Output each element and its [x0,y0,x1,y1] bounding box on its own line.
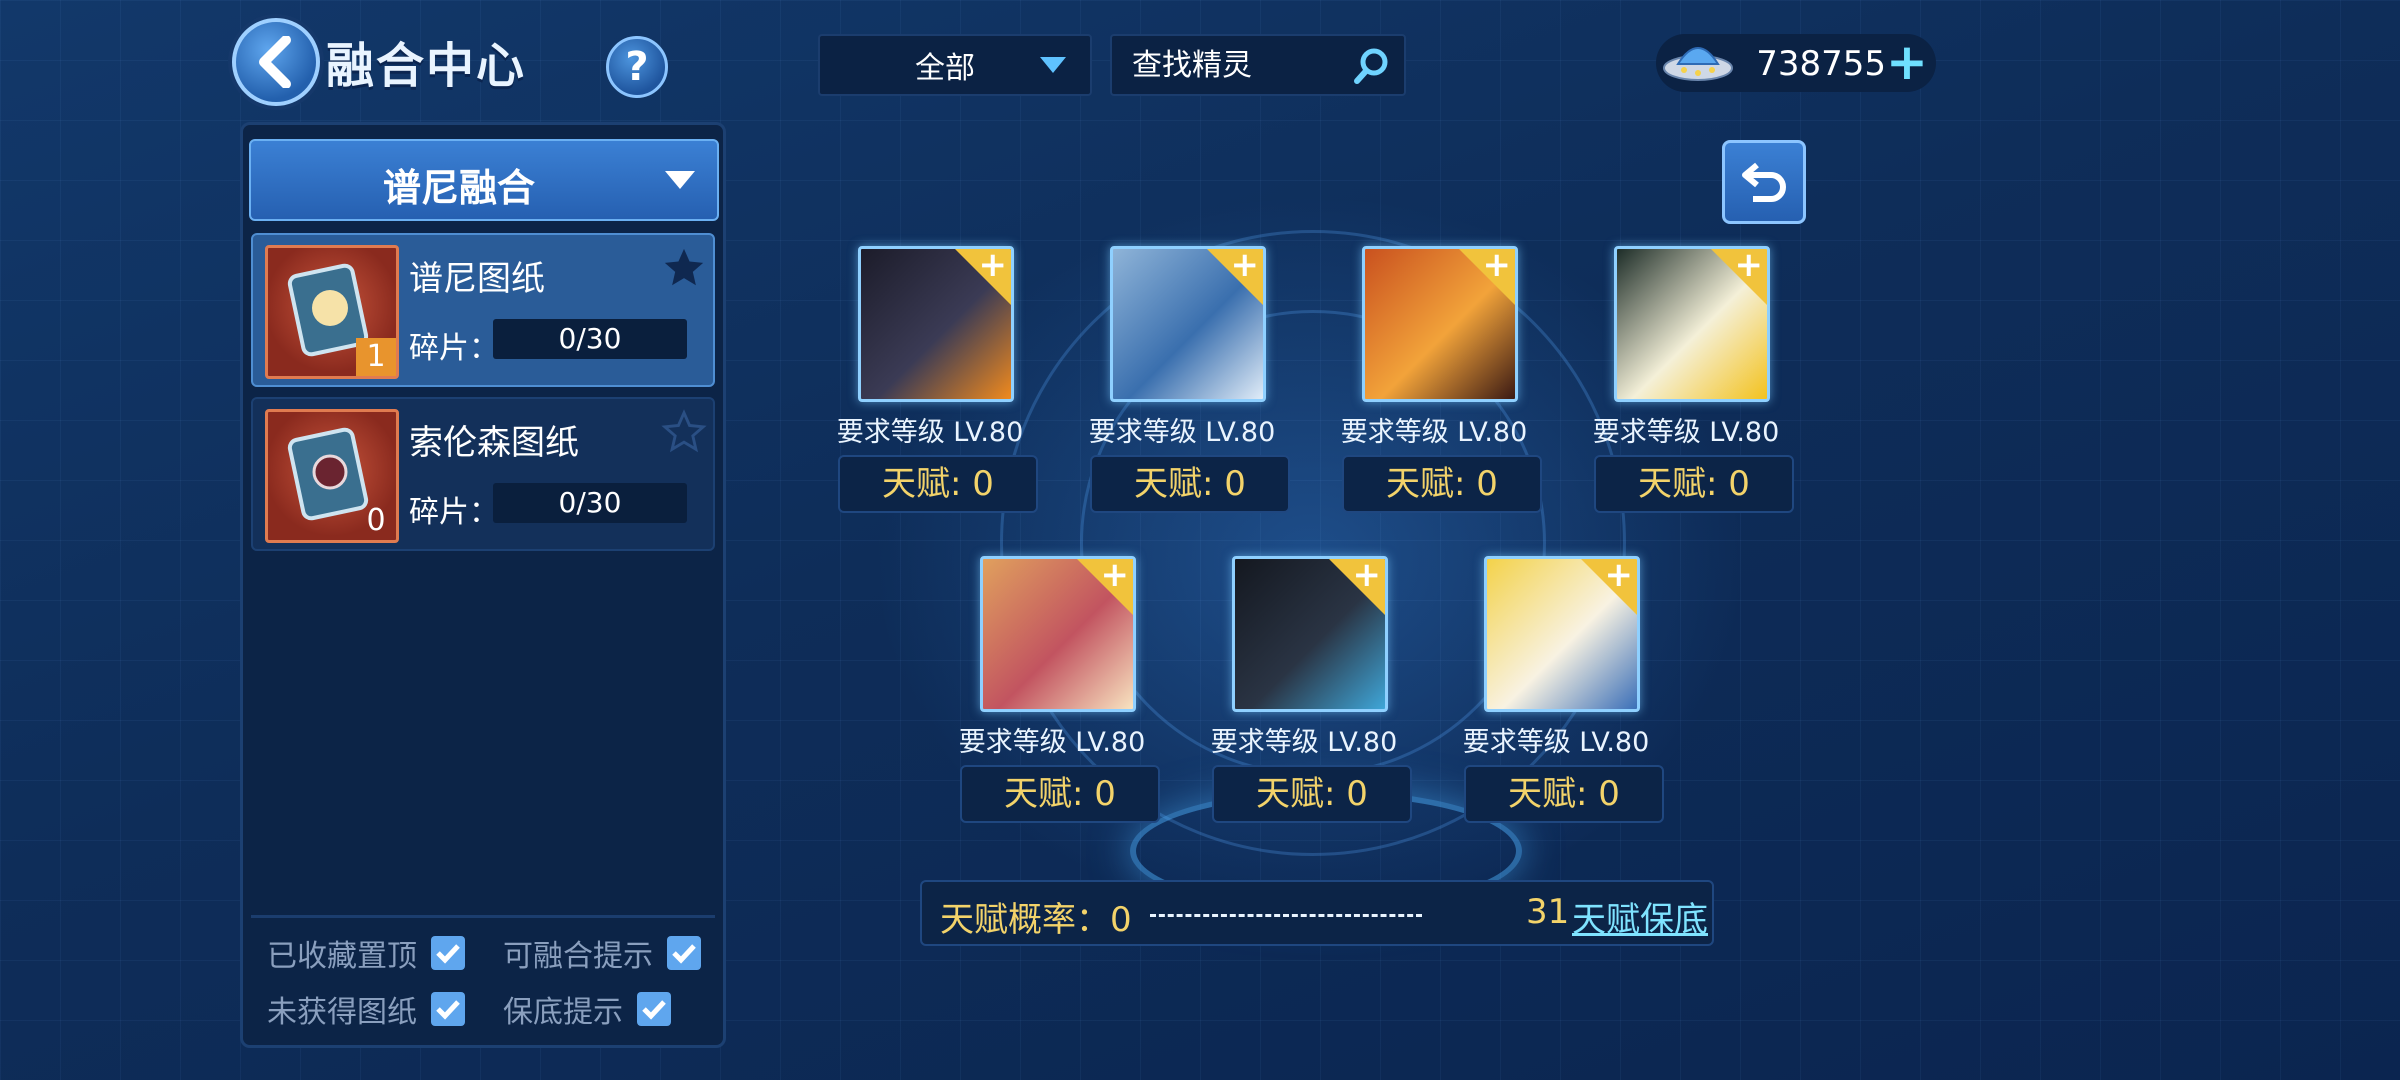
level-requirement: 要求等级 LV.80 [836,417,1024,448]
talent-value: 天赋: 0 [960,765,1160,823]
plus-icon: + [1352,556,1382,595]
search-box [1110,34,1406,96]
talent-progress-dashes [1150,914,1422,917]
blueprint-panel: 谱尼融合 1 谱尼图纸 碎片： 0/30 0 索伦森图纸 碎片： 0/30 已收… [240,122,726,1048]
talent-value: 天赋: 0 [838,455,1038,513]
fragments-progress: 0/30 [493,483,687,523]
option-favorites-top[interactable]: 已收藏置顶 [267,931,465,975]
check-icon [642,1000,666,1020]
panel-divider [251,915,715,918]
chevron-down-icon [665,171,695,189]
level-requirement: 要求等级 LV.80 [1340,417,1528,448]
talent-guarantee-link[interactable]: 天赋保底 [1572,892,1708,941]
checkbox-checked[interactable] [667,936,701,970]
star-outline-icon[interactable] [661,409,707,455]
option-label: 未获得图纸 [267,995,417,1030]
help-button[interactable]: ? [606,36,668,98]
undo-button[interactable] [1722,140,1806,224]
option-label: 保底提示 [503,995,623,1030]
talent-probability-bar: 天赋概率：0 31 天赋保底 [920,880,1714,946]
blueprint-card-puni[interactable]: 1 谱尼图纸 碎片： 0/30 [251,233,715,387]
fusion-slot[interactable]: + 要求等级 LV.80 天赋: 0 [1204,556,1412,823]
plus-icon: + [1230,246,1260,285]
checkbox-checked[interactable] [431,936,465,970]
back-button[interactable] [232,18,320,106]
spirit-portrait[interactable]: + [1614,246,1770,402]
fusion-slot[interactable]: + 要求等级 LV.80 天赋: 0 [830,246,1038,513]
fusion-slot[interactable]: + 要求等级 LV.80 天赋: 0 [1334,246,1542,513]
fusion-group-dropdown[interactable]: 谱尼融合 [249,139,719,221]
talent-value: 天赋: 0 [1342,455,1542,513]
fragments-progress: 0/30 [493,319,687,359]
search-input[interactable] [1130,44,1344,86]
fusion-group-label: 谱尼融合 [382,166,535,210]
fusion-slot[interactable]: + 要求等级 LV.80 天赋: 0 [952,556,1160,823]
talent-value: 天赋: 0 [1594,455,1794,513]
option-fusable-hint[interactable]: 可融合提示 [503,931,701,975]
filter-dropdown[interactable]: 全部 [818,34,1092,96]
blueprint-name: 谱尼图纸 [409,259,545,299]
talent-value: 天赋: 0 [1090,455,1290,513]
option-label: 已收藏置顶 [267,939,417,974]
option-unowned-blueprints[interactable]: 未获得图纸 [267,987,465,1031]
check-icon [672,944,696,964]
undo-arrow-icon [1742,162,1786,202]
spirit-portrait[interactable]: + [1232,556,1388,712]
plus-icon: + [1100,556,1130,595]
level-requirement: 要求等级 LV.80 [1462,727,1650,758]
fusion-slot[interactable]: + 要求等级 LV.80 天赋: 0 [1586,246,1794,513]
plus-icon: + [1604,556,1634,595]
currency-display: 738755 + [1656,34,1936,92]
talent-value: 天赋: 0 [1212,765,1412,823]
blueprint-card-sorenson[interactable]: 0 索伦森图纸 碎片： 0/30 [251,397,715,551]
fusion-slot[interactable]: + 要求等级 LV.80 天赋: 0 [1456,556,1664,823]
check-icon [436,944,460,964]
talent-probability-label: 天赋概率：0 [940,900,1132,940]
page-title: 融合中心 [326,38,527,94]
blueprint-thumbnail: 1 [265,245,399,379]
spirit-portrait[interactable]: + [858,246,1014,402]
checkbox-checked[interactable] [637,992,671,1026]
spirit-portrait[interactable]: + [1484,556,1640,712]
level-requirement: 要求等级 LV.80 [1592,417,1780,448]
search-icon[interactable] [1352,46,1392,86]
blueprint-count: 0 [366,503,386,538]
talent-guarantee-value: 31 [1526,892,1570,932]
plus-icon: + [1734,246,1764,285]
currency-amount: 738755 [1756,44,1886,84]
blueprint-thumbnail: 0 [265,409,399,543]
fragments-label: 碎片： [409,495,499,530]
spirit-portrait[interactable]: + [980,556,1136,712]
fusion-slot[interactable]: + 要求等级 LV.80 天赋: 0 [1082,246,1290,513]
talent-value: 天赋: 0 [1464,765,1664,823]
level-requirement: 要求等级 LV.80 [1210,727,1398,758]
plus-icon: + [1482,246,1512,285]
star-icon[interactable] [661,245,707,291]
spirit-portrait[interactable]: + [1110,246,1266,402]
check-icon [436,1000,460,1020]
add-currency-button[interactable]: + [1886,37,1928,87]
checkbox-checked[interactable] [431,992,465,1026]
chevron-left-icon [259,36,291,88]
fragments-label: 碎片： [409,331,499,366]
spirit-portrait[interactable]: + [1362,246,1518,402]
blueprint-name: 索伦森图纸 [409,423,579,463]
plus-icon: + [978,246,1008,285]
level-requirement: 要求等级 LV.80 [958,727,1146,758]
blueprint-count: 1 [356,338,396,376]
option-guarantee-hint[interactable]: 保底提示 [503,987,671,1031]
option-label: 可融合提示 [503,939,653,974]
chevron-down-icon [1040,57,1066,73]
ufo-currency-icon [1663,47,1733,81]
level-requirement: 要求等级 LV.80 [1088,417,1276,448]
